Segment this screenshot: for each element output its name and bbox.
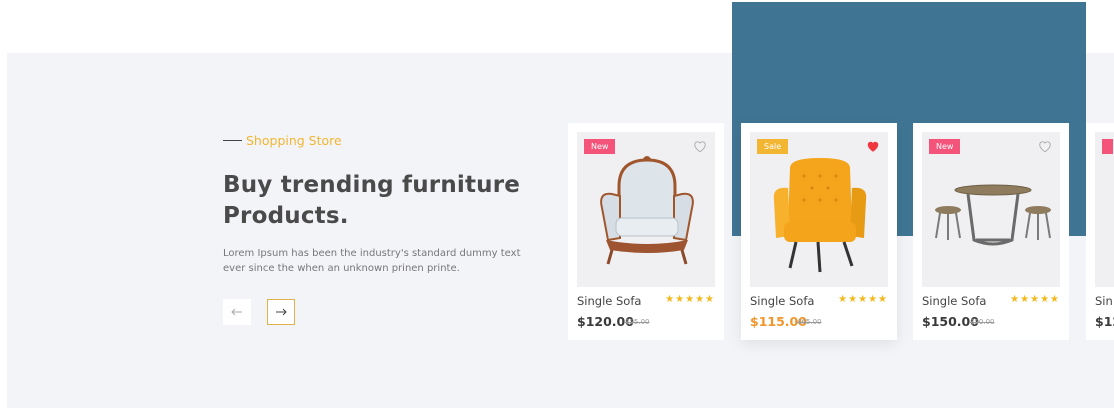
product-name[interactable]: Sin	[1095, 294, 1113, 308]
heart-icon[interactable]	[866, 140, 880, 153]
product-image: New	[577, 132, 715, 287]
page-title: Buy trending furniture Products.	[223, 170, 563, 232]
title-line-2: Products.	[223, 203, 349, 229]
table-set-image	[935, 184, 1051, 246]
product-card[interactable]: Sale Single Sofa ★★★★★ $115.00 $65.00	[741, 123, 897, 340]
product-card[interactable]: New Single Sofa ★★★★★ $120.00 $55.00	[568, 123, 724, 340]
heart-icon[interactable]	[1038, 140, 1052, 153]
eyebrow-label: Shopping Store	[246, 133, 342, 148]
new-badge: New	[929, 139, 961, 154]
sale-badge: Sale	[757, 139, 789, 154]
new-badge: New	[584, 139, 616, 154]
prev-button[interactable]	[223, 299, 251, 325]
star-rating: ★★★★★	[1010, 294, 1060, 305]
product-image: Sale	[750, 132, 888, 287]
next-button[interactable]	[267, 299, 295, 325]
product-name[interactable]: Single Sofa	[922, 294, 986, 308]
eyebrow: Shopping Store	[223, 133, 563, 148]
product-name[interactable]: Single Sofa	[577, 294, 641, 308]
old-price: $65.00	[797, 318, 822, 326]
product-card[interactable]: Sin $12	[1086, 123, 1114, 340]
armchair-image	[600, 156, 694, 265]
hero-description: Lorem Ipsum has been the industry's stan…	[223, 248, 521, 274]
star-rating: ★★★★★	[665, 294, 715, 305]
heart-icon[interactable]	[693, 140, 707, 153]
arrow-left-icon	[231, 308, 242, 316]
product-image	[1095, 132, 1114, 287]
hero-text: Shopping Store Buy trending furniture Pr…	[223, 133, 563, 276]
old-price: $50.00	[970, 318, 995, 326]
carousel-nav	[223, 299, 295, 325]
product-card[interactable]: New Single Sofa ★★★★★ $150.00 $50.00	[913, 123, 1069, 340]
product-price: $12	[1095, 314, 1114, 329]
eyebrow-dash	[223, 140, 242, 141]
old-price: $55.00	[625, 318, 650, 326]
product-name[interactable]: Single Sofa	[750, 294, 814, 308]
product-image: New	[922, 132, 1060, 287]
title-line-1: Buy trending furniture	[223, 172, 521, 198]
wingback-chair-image	[773, 158, 867, 273]
star-rating: ★★★★★	[838, 294, 888, 305]
new-badge	[1102, 139, 1113, 154]
arrow-right-icon	[276, 308, 287, 316]
